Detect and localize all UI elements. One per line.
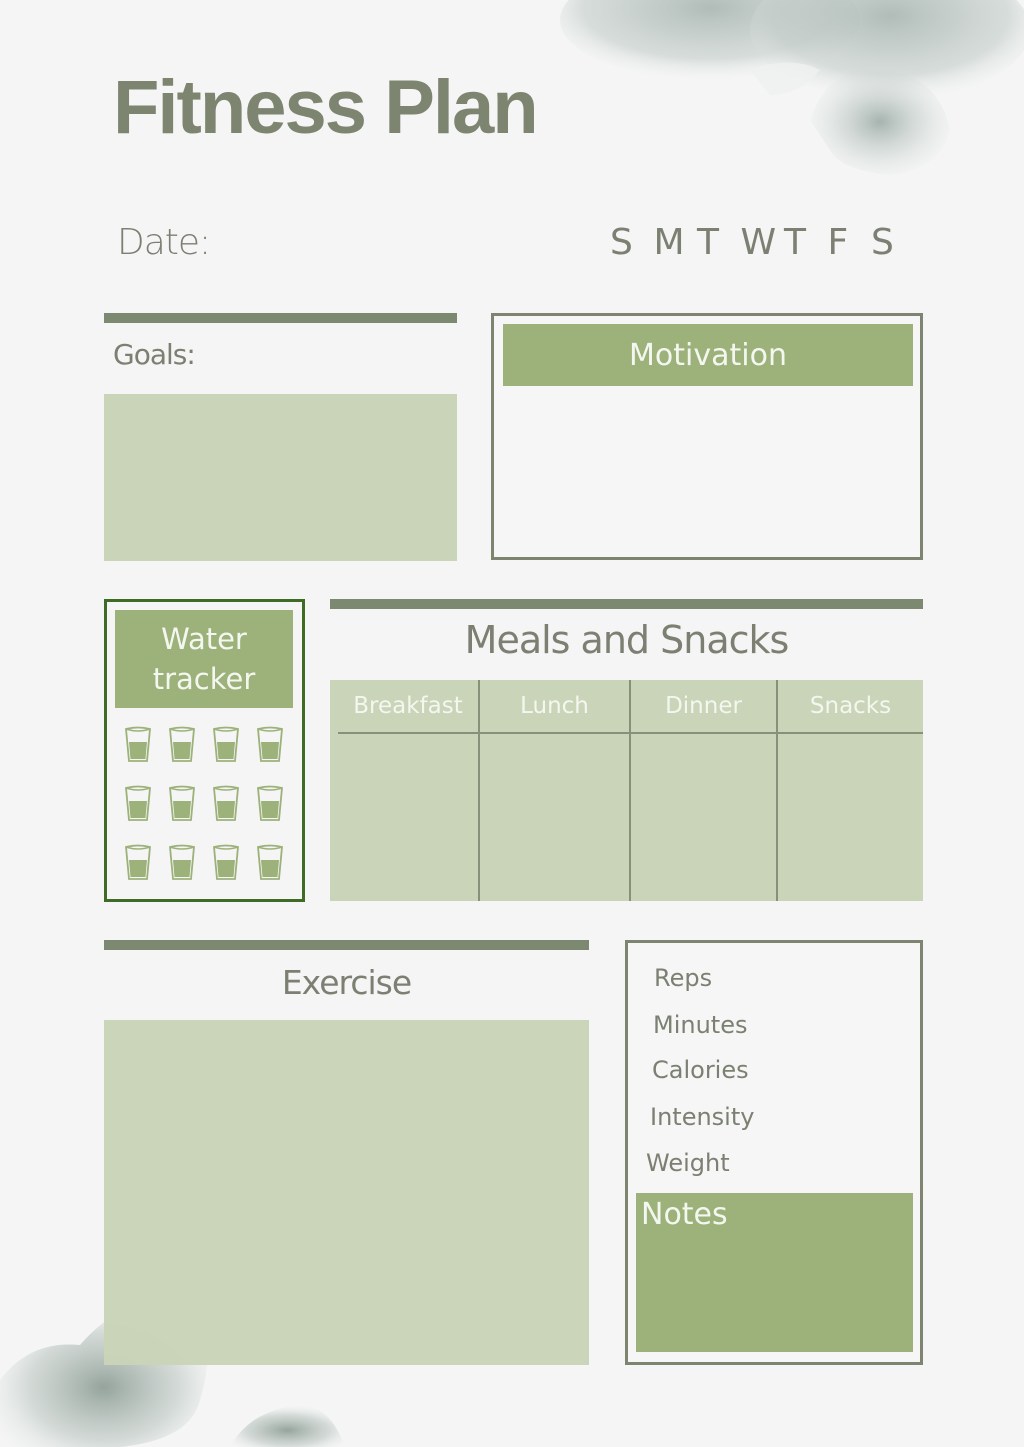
motivation-label: Motivation — [629, 337, 787, 373]
exercise-title: Exercise — [281, 963, 412, 1002]
motivation-input-area[interactable] — [500, 392, 914, 552]
goals-input-area[interactable] — [104, 394, 457, 561]
stat-minutes: Minutes — [653, 1011, 748, 1039]
water-tracker-label-line2: tracker — [152, 662, 256, 696]
goals-rule — [104, 313, 457, 323]
water-glass-icon[interactable] — [166, 843, 198, 881]
water-glass-icon[interactable] — [254, 725, 286, 763]
day-tuesday[interactable]: T — [697, 222, 741, 263]
day-saturday[interactable]: S — [871, 222, 915, 263]
stat-intensity: Intensity — [650, 1103, 755, 1131]
day-sunday[interactable]: S — [610, 222, 654, 263]
water-glass-icon[interactable] — [122, 784, 154, 822]
meal-column-dinner[interactable]: Dinner — [631, 680, 778, 901]
water-glass-icon[interactable] — [210, 784, 242, 822]
meals-title: Meals and Snacks — [464, 618, 790, 662]
notes-label: Notes — [641, 1197, 728, 1232]
water-glass-grid — [122, 725, 286, 881]
weekday-selector: S M T W T F S — [610, 222, 915, 263]
water-glass-icon[interactable] — [254, 784, 286, 822]
watercolor-wash-top — [560, 0, 1024, 175]
water-glass-icon[interactable] — [210, 843, 242, 881]
day-monday[interactable]: M — [654, 222, 698, 263]
date-label: Date: — [117, 222, 211, 263]
water-glass-icon[interactable] — [122, 843, 154, 881]
day-thursday[interactable]: T — [784, 222, 828, 263]
meal-header-breakfast: Breakfast — [338, 680, 478, 734]
day-wednesday[interactable]: W — [741, 222, 785, 263]
water-tracker-header: Water tracker — [115, 610, 293, 708]
goals-label: Goals: — [113, 338, 196, 371]
meal-header-snacks: Snacks — [778, 680, 923, 734]
stat-reps: Reps — [654, 964, 713, 992]
meal-column-breakfast[interactable]: Breakfast — [330, 680, 480, 901]
water-glass-icon[interactable] — [166, 725, 198, 763]
motivation-header: Motivation — [503, 324, 913, 386]
water-glass-icon[interactable] — [166, 784, 198, 822]
meal-column-lunch[interactable]: Lunch — [480, 680, 631, 901]
water-glass-icon[interactable] — [254, 843, 286, 881]
meals-table: Breakfast Lunch Dinner Snacks — [330, 680, 923, 901]
stat-calories: Calories — [652, 1056, 749, 1084]
page-title: Fitness Plan — [113, 65, 539, 150]
water-glass-icon[interactable] — [122, 725, 154, 763]
notes-area[interactable]: Notes — [636, 1193, 913, 1352]
meal-column-snacks[interactable]: Snacks — [778, 680, 923, 901]
day-friday[interactable]: F — [828, 222, 872, 263]
water-tracker-label-line1: Water — [161, 622, 247, 656]
stats-box: Reps Minutes Calories Intensity Weight N… — [625, 940, 923, 1365]
meal-header-lunch: Lunch — [480, 680, 629, 734]
meal-header-dinner: Dinner — [631, 680, 776, 734]
meals-rule — [330, 599, 923, 609]
stat-weight: Weight — [646, 1149, 730, 1177]
exercise-input-area[interactable] — [104, 1020, 589, 1365]
water-glass-icon[interactable] — [210, 725, 242, 763]
exercise-rule — [104, 940, 589, 950]
